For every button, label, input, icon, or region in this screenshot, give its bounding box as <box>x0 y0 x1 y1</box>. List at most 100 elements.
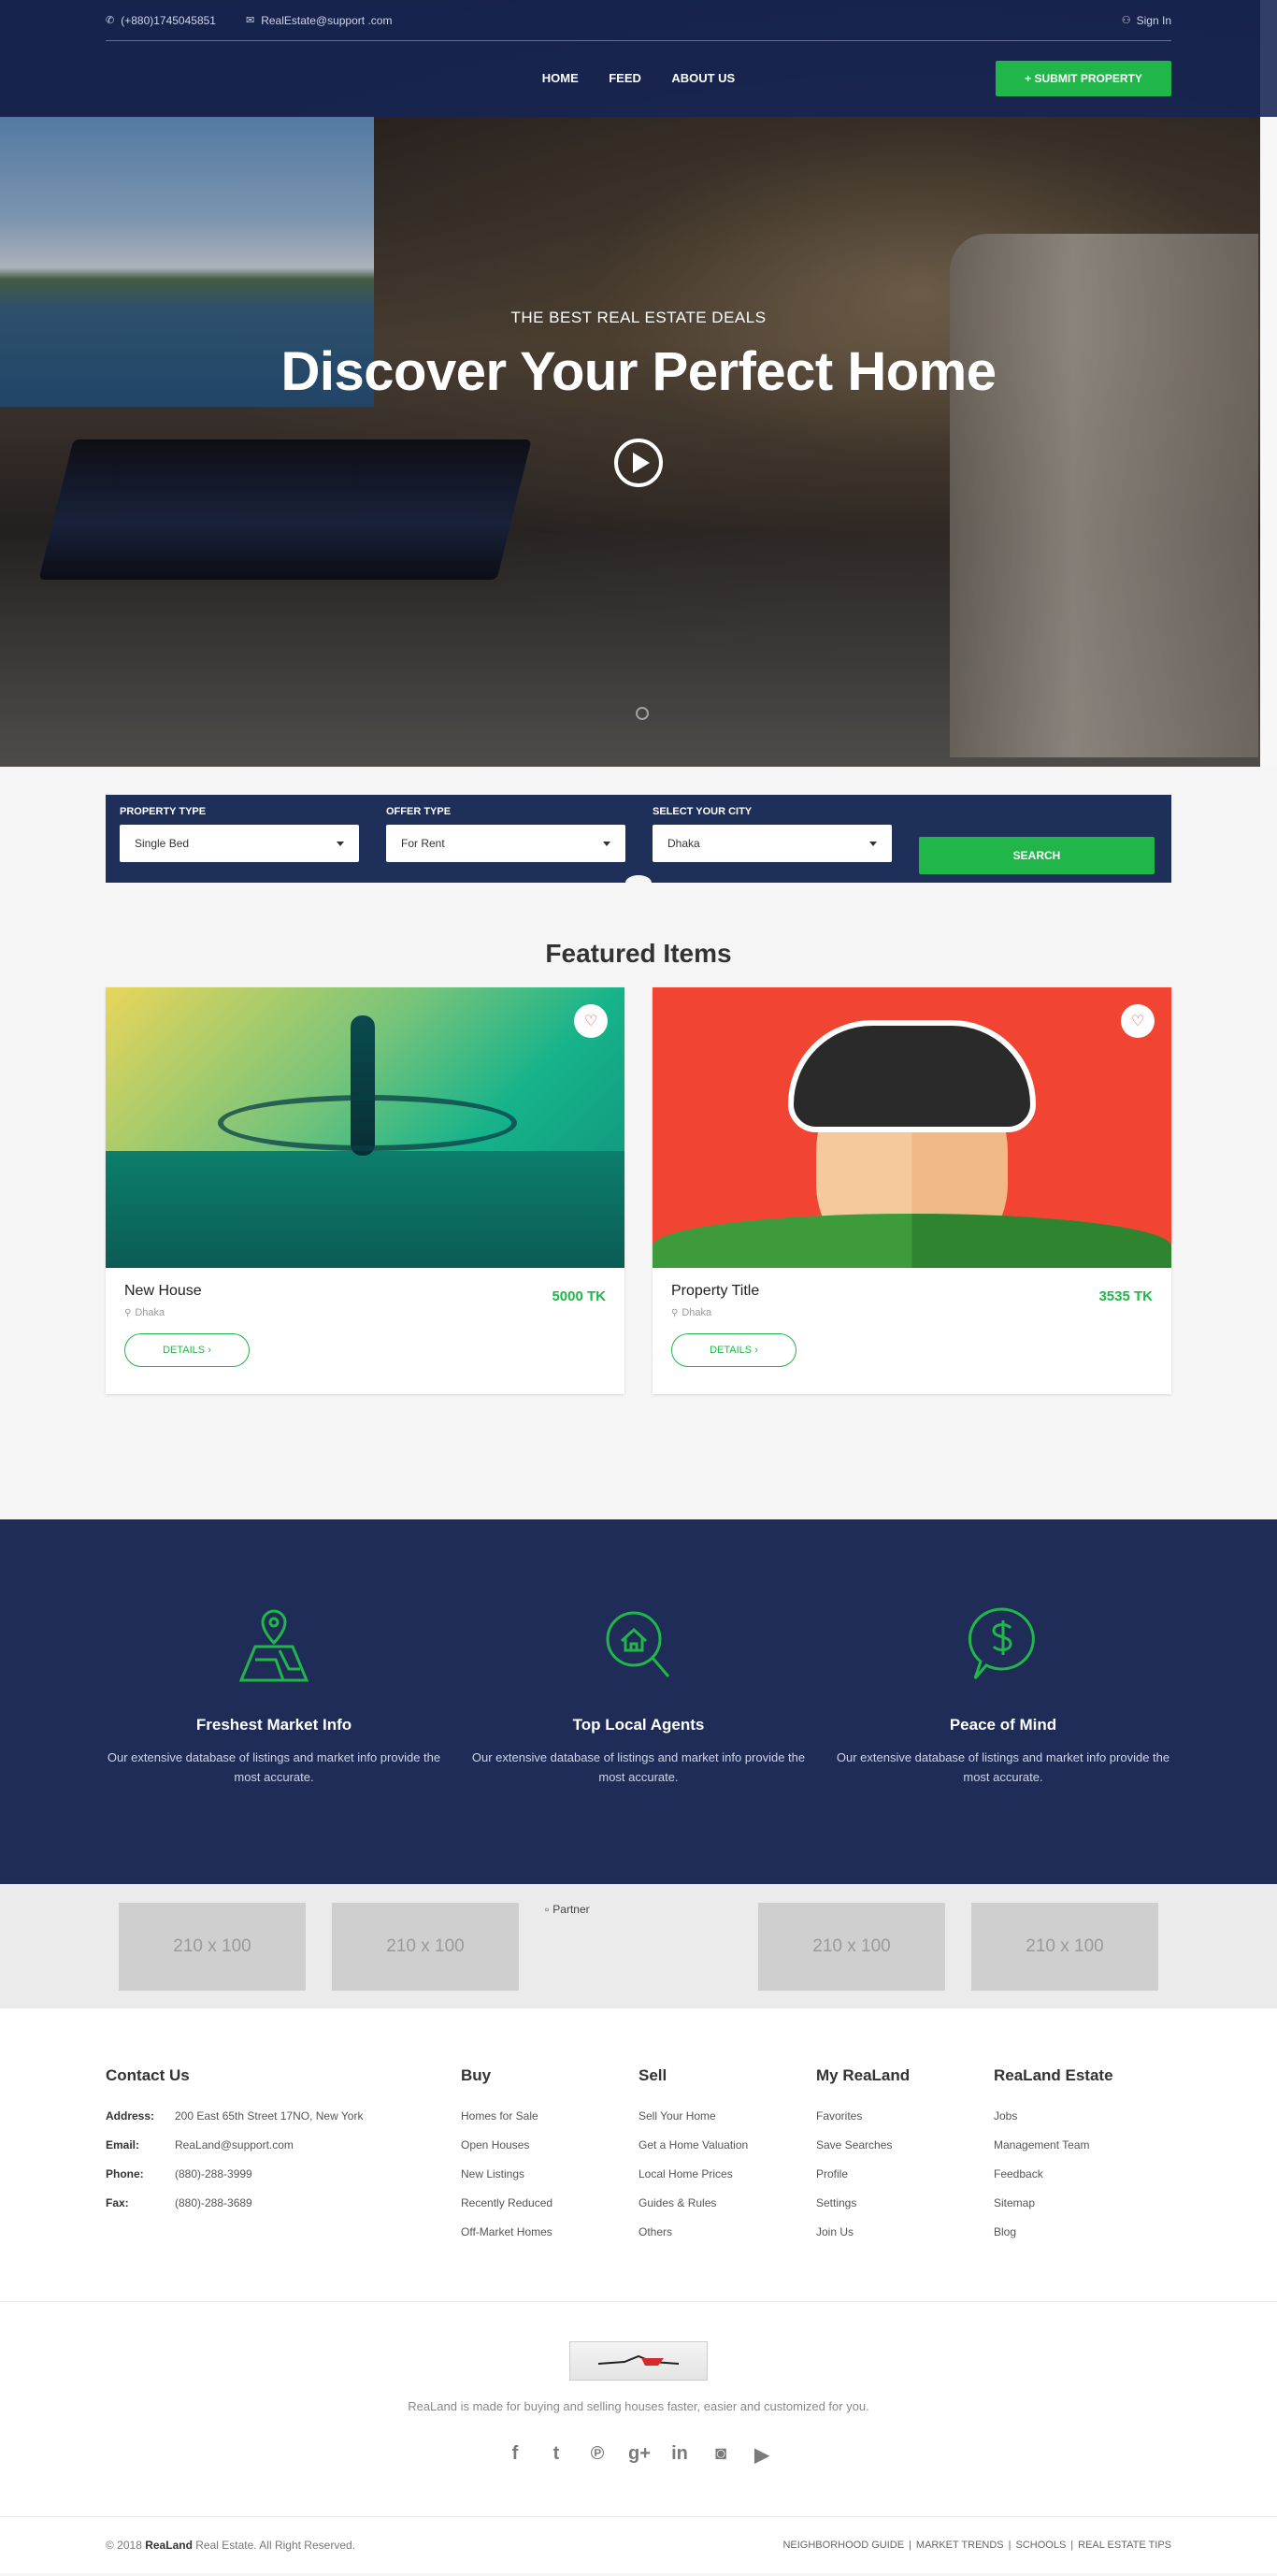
city-value: Dhaka <box>667 837 700 850</box>
footer-link[interactable]: Blog <box>994 2225 1171 2254</box>
footer-link[interactable]: Favorites <box>816 2109 994 2138</box>
footer-link[interactable]: Feedback <box>994 2167 1171 2196</box>
nav-about-us[interactable]: ABOUT US <box>671 71 735 85</box>
details-button[interactable]: DETAILS › <box>671 1333 796 1367</box>
bottom-link[interactable]: MARKET TRENDS <box>916 2540 1004 2551</box>
partner-logo-broken[interactable]: ▫ Partner <box>545 1903 732 1991</box>
featured-cards: ♡ New House ⚲ Dhaka 5000 TK DETAILS › ♡ … <box>106 987 1171 1394</box>
features-row: Freshest Market Info Our extensive datab… <box>106 1519 1171 1787</box>
footer-link[interactable]: Jobs <box>994 2109 1171 2138</box>
footer-link[interactable]: Sell Your Home <box>638 2109 816 2138</box>
footer-contact: Contact Us Address: 200 East 65th Street… <box>106 2066 461 2254</box>
offer-type-select[interactable]: For Rent <box>386 825 625 862</box>
caret-down-icon <box>869 841 877 846</box>
bottom-link[interactable]: SCHOOLS <box>1016 2540 1067 2551</box>
footer-link[interactable]: Get a Home Valuation <box>638 2138 816 2167</box>
footer-link[interactable]: Recently Reduced <box>461 2196 638 2225</box>
footer-sell: Sell Sell Your Home Get a Home Valuation… <box>638 2066 816 2254</box>
partner-logo[interactable]: 210 x 100 <box>758 1902 945 1991</box>
footer-link[interactable]: Management Team <box>994 2138 1171 2167</box>
facebook-icon[interactable]: f <box>505 2443 525 2467</box>
partner-alt-text: Partner <box>552 1902 590 1916</box>
contact-label: Phone: <box>106 2167 144 2180</box>
feature-item: Top Local Agents Our extensive database … <box>470 1604 807 1787</box>
footer-link[interactable]: Others <box>638 2225 816 2254</box>
header-phone[interactable]: ✆ (+880)1745045851 <box>106 14 216 27</box>
footer-link[interactable]: Sitemap <box>994 2196 1171 2225</box>
contact-value[interactable]: ReaLand@support.com <box>175 2138 294 2167</box>
footer-contact-title: Contact Us <box>106 2066 190 2084</box>
partner-logo[interactable]: 210 x 100 <box>119 1902 306 1991</box>
bottom-link[interactable]: NEIGHBORHOOD GUIDE <box>782 2540 904 2551</box>
featured-section: Featured Items ♡ New House ⚲ Dhaka 5000 … <box>106 883 1171 1519</box>
dollar-chat-icon <box>968 1607 1035 1679</box>
avatar-shirt <box>653 1214 1171 1268</box>
main-nav-row: HOME FEED ABOUT US + SUBMIT PROPERTY <box>106 41 1171 116</box>
play-icon <box>632 453 650 473</box>
slider-dot[interactable] <box>636 707 649 720</box>
footer-link[interactable]: Profile <box>816 2167 994 2196</box>
site-logo[interactable] <box>569 2341 708 2381</box>
footer-link[interactable]: Guides & Rules <box>638 2196 816 2225</box>
card-title[interactable]: Property Title <box>671 1283 1153 1300</box>
search-button[interactable]: SEARCH <box>919 837 1155 874</box>
features-section: Freshest Market Info Our extensive datab… <box>0 1519 1277 1884</box>
partner-logo[interactable]: 210 x 100 <box>332 1902 519 1991</box>
card-location: ⚲ Dhaka <box>124 1307 606 1318</box>
home-search-icon <box>606 1611 670 1677</box>
nav-feed[interactable]: FEED <box>609 71 641 85</box>
footer-link[interactable]: Off-Market Homes <box>461 2225 638 2254</box>
footer-link[interactable]: Homes for Sale <box>461 2109 638 2138</box>
footer-link[interactable]: Save Searches <box>816 2138 994 2167</box>
brand-tagline: ReaLand is made for buying and selling h… <box>408 2399 869 2413</box>
copyright-suffix: Real Estate. All Right Reserved. <box>195 2539 355 2552</box>
pinterest-icon[interactable]: ℗ <box>587 2443 608 2467</box>
contact-label: Fax: <box>106 2196 129 2209</box>
broken-image-icon: ▫ <box>545 1902 550 1916</box>
footer-link[interactable]: Join Us <box>816 2225 994 2254</box>
signin-label: Sign In <box>1136 13 1171 27</box>
youtube-icon[interactable]: ▶ <box>752 2443 772 2467</box>
footer-link[interactable]: Settings <box>816 2196 994 2225</box>
signin-link[interactable]: ⚇ Sign In <box>1122 14 1171 27</box>
twitter-icon[interactable]: t <box>546 2443 567 2467</box>
play-video-button[interactable] <box>614 439 663 487</box>
footer-column-title: Buy <box>461 2066 492 2084</box>
link-separator: | <box>909 2540 911 2551</box>
heart-icon[interactable]: ♡ <box>1121 1004 1155 1038</box>
contact-phone: Phone: (880)-288-3999 <box>106 2167 461 2196</box>
link-separator: | <box>1070 2540 1074 2551</box>
linkedin-icon[interactable]: in <box>669 2443 690 2467</box>
footer-link[interactable]: Open Houses <box>461 2138 638 2167</box>
footer-brand: ReaLand is made for buying and selling h… <box>0 2302 1277 2517</box>
property-image[interactable]: ♡ <box>653 987 1171 1268</box>
instagram-icon[interactable]: ◙ <box>710 2443 731 2467</box>
contact-value: (880)-288-3999 <box>175 2167 252 2180</box>
copyright-prefix: © 2018 <box>106 2539 142 2552</box>
property-card[interactable]: ♡ New House ⚲ Dhaka 5000 TK DETAILS › <box>106 987 624 1394</box>
submit-property-button[interactable]: + SUBMIT PROPERTY <box>996 61 1171 96</box>
contact-email: Email: ReaLand@support.com <box>106 2138 461 2167</box>
partner-logo[interactable]: 210 x 100 <box>971 1902 1158 1991</box>
image-reflection <box>106 1151 624 1268</box>
feature-item: Peace of Mind Our extensive database of … <box>835 1604 1171 1787</box>
city-select[interactable]: Dhaka <box>653 825 892 862</box>
partners-row: 210 x 100 210 x 100 ▫ Partner 210 x 100 … <box>106 1902 1171 1991</box>
google-plus-icon[interactable]: g+ <box>628 2443 651 2467</box>
header-email[interactable]: ✉ RealEstate@support .com <box>246 14 392 27</box>
footer-link[interactable]: Local Home Prices <box>638 2167 816 2196</box>
location-pin-icon: ⚲ <box>671 1307 679 1318</box>
contact-value: 200 East 65th Street 17NO, New York <box>175 2109 364 2123</box>
details-button[interactable]: DETAILS › <box>124 1333 250 1367</box>
property-type-select[interactable]: Single Bed <box>120 825 359 862</box>
heart-icon[interactable]: ♡ <box>574 1004 608 1038</box>
contact-address: Address: 200 East 65th Street 17NO, New … <box>106 2109 461 2138</box>
property-card[interactable]: ♡ Property Title ⚲ Dhaka 3535 TK DETAILS… <box>653 987 1171 1394</box>
nav-home[interactable]: HOME <box>542 71 579 85</box>
bottom-link[interactable]: REAL ESTATE TIPS <box>1078 2540 1171 2551</box>
envelope-icon: ✉ <box>245 15 255 26</box>
footer-link[interactable]: New Listings <box>461 2167 638 2196</box>
hero-content: THE BEST REAL ESTATE DEALS Discover Your… <box>0 309 1277 487</box>
card-title[interactable]: New House <box>124 1283 606 1300</box>
property-image[interactable]: ♡ <box>106 987 624 1268</box>
